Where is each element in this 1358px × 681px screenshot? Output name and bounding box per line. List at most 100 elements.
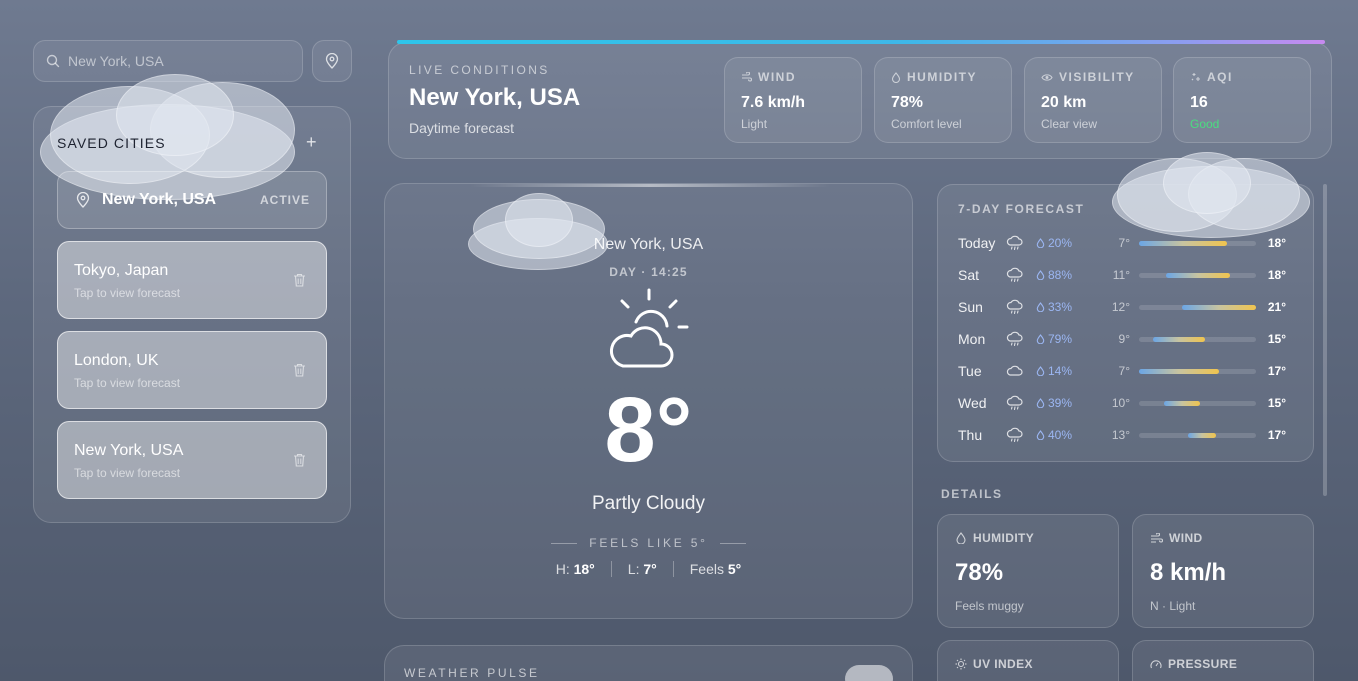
stat-sub: Good — [1190, 117, 1220, 131]
divider — [672, 561, 674, 577]
partly-cloudy-icon — [603, 286, 695, 372]
rain-cloud-icon — [1006, 267, 1036, 283]
current-location-button[interactable] — [312, 40, 352, 82]
forecast-day: Sat — [958, 267, 980, 283]
feels-like-label: FEELS LIKE 5° — [589, 536, 708, 550]
forecast-day: Tue — [958, 363, 982, 379]
humidity-stat-card: HUMIDITY 78% Comfort level — [874, 57, 1012, 143]
trash-icon[interactable] — [293, 273, 306, 287]
saved-city-card[interactable]: Tokyo, Japan Tap to view forecast — [57, 241, 327, 319]
map-pin-icon — [76, 192, 90, 208]
forecast-day: Sun — [958, 299, 983, 315]
forecast-title: 7-DAY FORECAST — [958, 202, 1085, 216]
precip-chance: 79% — [1036, 332, 1096, 346]
forecast-low: 7° — [1118, 364, 1130, 378]
aqi-stat-card: AQI 16 Good — [1173, 57, 1311, 143]
rain-cloud-icon — [1006, 395, 1036, 411]
live-conditions-label: LIVE CONDITIONS — [409, 63, 550, 77]
detail-value: 78% — [955, 559, 1004, 586]
active-city-item[interactable]: New York, USA ACTIVE — [57, 171, 327, 229]
high-low-row: H: 18° L: 7° Feels 5° — [384, 561, 913, 577]
temp-range-track — [1139, 400, 1256, 406]
precip-chance: 40% — [1036, 428, 1096, 442]
stat-value: 78% — [891, 94, 924, 111]
stat-value: 16 — [1190, 94, 1208, 111]
forecast-row[interactable]: Sat 88% 11° 18° — [958, 265, 1294, 285]
forecast-row[interactable]: Mon 79% 9° 15° — [958, 329, 1294, 349]
divider — [610, 561, 612, 577]
forecast-row[interactable]: Sun 33% 12° 21° — [958, 297, 1294, 317]
saved-city-card[interactable]: London, UK Tap to view forecast — [57, 331, 327, 409]
forecast-low: 7° — [1118, 236, 1130, 250]
forecast-day: Today — [958, 235, 996, 251]
eye-icon — [1041, 73, 1053, 82]
scrollbar[interactable] — [1323, 184, 1327, 496]
droplet-icon — [955, 532, 967, 544]
forecast-high: 17° — [1267, 364, 1286, 378]
city-name: Tokyo, Japan — [74, 262, 169, 279]
current-time: DAY · 14:25 — [609, 265, 688, 279]
forecast-low: 13° — [1111, 428, 1130, 442]
precip-chance: 33% — [1036, 300, 1096, 314]
saved-cities-title: SAVED CITIES — [57, 135, 166, 151]
forecast-row[interactable]: Thu 40% 13° 17° — [958, 425, 1294, 445]
trash-icon[interactable] — [293, 453, 306, 467]
forecast-high: 18° — [1267, 268, 1286, 282]
divider — [551, 542, 578, 544]
precip-chance: 14% — [1036, 364, 1096, 378]
precip-chance: 39% — [1036, 396, 1096, 410]
pulse-toggle[interactable] — [845, 665, 893, 681]
detail-label: HUMIDITY — [973, 531, 1035, 545]
forecast-row[interactable]: Today 20% 7° 18° — [958, 233, 1294, 253]
forecast-row[interactable]: Tue 14% 7° 17° — [958, 361, 1294, 381]
stat-value: 7.6 km/h — [741, 94, 806, 111]
detail-label: PRESSURE — [1168, 657, 1238, 671]
temp-range-fill — [1139, 368, 1219, 374]
forecast-low: 10° — [1111, 396, 1130, 410]
detail-label: WIND — [1169, 531, 1203, 545]
droplet-icon — [1036, 366, 1045, 376]
temp-range-track — [1139, 336, 1256, 342]
temp-range-fill — [1182, 304, 1256, 310]
wind-detail-card: WIND 8 km/h N · Light — [1132, 514, 1314, 628]
temp-range-track — [1139, 272, 1256, 278]
forecast-day: Mon — [958, 331, 986, 347]
precip-chance: 20% — [1036, 236, 1096, 250]
rain-cloud-icon — [1006, 299, 1036, 315]
temp-range-track — [1139, 240, 1256, 246]
details-title: DETAILS — [941, 487, 1003, 501]
current-condition: Partly Cloudy — [592, 493, 705, 514]
cloud-icon — [1006, 364, 1036, 378]
active-city-name: New York, USA — [102, 191, 217, 208]
stat-label: HUMIDITY — [907, 70, 977, 84]
rain-cloud-icon — [1006, 235, 1036, 251]
forecast-row[interactable]: Wed 39% 10° 15° — [958, 393, 1294, 413]
detail-label: UV INDEX — [973, 657, 1033, 671]
temp-range-fill — [1139, 240, 1227, 246]
stat-label: AQI — [1207, 70, 1233, 84]
current-city: New York, USA — [593, 236, 704, 253]
current-temperature: 8° — [604, 379, 693, 481]
wind-icon — [1150, 532, 1163, 544]
humidity-detail-card: HUMIDITY 78% Feels muggy — [937, 514, 1119, 628]
stat-sub: Clear view — [1041, 117, 1098, 131]
temp-range-fill — [1188, 432, 1217, 438]
droplet-icon — [1036, 334, 1045, 344]
live-city-title: New York, USA — [409, 84, 581, 111]
saved-city-card[interactable]: New York, USA Tap to view forecast — [57, 421, 327, 499]
trash-icon[interactable] — [293, 363, 306, 377]
city-name: London, UK — [74, 352, 159, 369]
add-city-button[interactable]: + — [306, 132, 317, 153]
stat-sub: Comfort level — [891, 117, 962, 131]
stat-value: 20 km — [1041, 94, 1087, 111]
pressure-detail-card: PRESSURE — [1132, 640, 1314, 681]
weather-pulse-label: WEATHER PULSE — [404, 666, 540, 680]
search-input[interactable] — [68, 53, 288, 69]
droplet-icon — [1036, 430, 1045, 440]
droplet-icon — [1036, 398, 1045, 408]
card-highlight — [470, 184, 830, 187]
droplet-icon — [1036, 238, 1045, 248]
feels-temp: Feels 5° — [689, 561, 742, 577]
city-hint: Tap to view forecast — [74, 376, 181, 390]
forecast-low: 12° — [1111, 300, 1130, 314]
